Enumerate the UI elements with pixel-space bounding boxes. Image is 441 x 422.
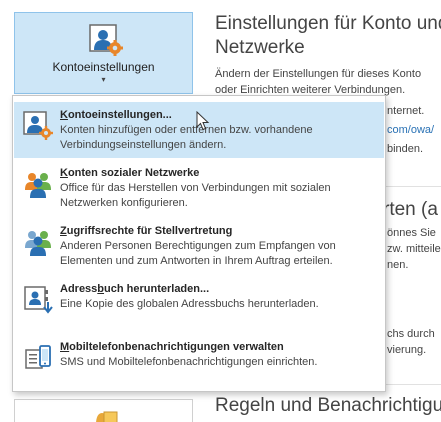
menu-item-desc-line2: Elementen und zum Antworten in Ihrem Auf… bbox=[60, 255, 333, 267]
account-settings-button-label: Kontoeinstellungen bbox=[52, 60, 155, 74]
bg-text-internet: Internet. bbox=[384, 105, 425, 117]
menu-item-title: Kontoeinstellungen... bbox=[60, 109, 172, 121]
menu-item-download-address-book[interactable]: Adressbuch herunterladen... Eine Kopie d… bbox=[14, 276, 384, 326]
menu-item-desc-line1: Konten hinzufügen oder entfernen bzw. vo… bbox=[60, 124, 313, 136]
account-settings-button[interactable]: Kontoeinstellungen ▾ bbox=[14, 12, 193, 94]
menu-item-desc-line2: Verbindungseinstellungen ändern. bbox=[60, 139, 227, 151]
bg-heading-fragment: rten (a bbox=[383, 199, 438, 220]
section-title-line1: Einstellungen für Konto und bbox=[215, 13, 441, 34]
menu-item-desc-line1: Eine Kopie des globalen Adressbuchs heru… bbox=[60, 298, 319, 310]
menu-item-title-rest: ontoeinstellungen... bbox=[67, 109, 172, 121]
menu-item-title-rest: ugriffsrechte für Stellvertretung bbox=[66, 225, 233, 237]
menu-item-title: Adressbuch herunterladen... bbox=[60, 283, 209, 295]
accelerator-key: K bbox=[60, 109, 68, 121]
rules-alerts-icon bbox=[96, 411, 118, 422]
delegate-access-people-icon bbox=[25, 231, 51, 256]
address-book-download-icon bbox=[24, 286, 53, 314]
menu-item-desc-line1: Anderen Personen Berechtigungen zum Empf… bbox=[60, 240, 336, 252]
bg-text-line-a: önnes Sie bbox=[387, 227, 436, 239]
accelerator-key: Z bbox=[60, 225, 67, 237]
menu-item-description: Konten hinzufügen oder entfernen bzw. vo… bbox=[60, 123, 313, 153]
owa-link[interactable]: com/owa/ bbox=[387, 123, 434, 138]
menu-item-title-pre: Adress bbox=[60, 283, 98, 295]
bg-text-line-c: nen. bbox=[387, 259, 409, 271]
bg-text-line-b: zw. mitteile bbox=[387, 243, 441, 255]
account-settings-dropdown-menu: Kontoeinstellungen... Konten hinzufügen … bbox=[12, 95, 386, 392]
section-title-line2: Netzwerke bbox=[215, 37, 305, 58]
accelerator-key: K bbox=[60, 167, 68, 179]
section-title: Einstellungen für Konto und Netzwerke bbox=[215, 12, 441, 60]
menu-item-description: Eine Kopie des globalen Adressbuchs heru… bbox=[60, 297, 319, 312]
menu-item-desc-line1: SMS und Mobiltelefonbenachrichtigungen e… bbox=[60, 356, 318, 368]
chevron-down-icon: ▾ bbox=[101, 75, 106, 84]
menu-item-title: Mobiltelefonbenachrichtigungen verwalten bbox=[60, 341, 284, 353]
menu-item-desc-line1: Office für das Herstellen von Verbindung… bbox=[60, 182, 331, 194]
section-description: Ändern der Einstellungen für dieses Kont… bbox=[215, 66, 441, 98]
rules-alerts-button[interactable] bbox=[14, 399, 193, 422]
menu-item-title-rest: uch herunterladen... bbox=[104, 283, 210, 295]
mouse-pointer-icon bbox=[196, 111, 210, 131]
menu-item-title-rest: onten sozialer Netzwerke bbox=[67, 167, 200, 179]
menu-item-mobile-notifications[interactable]: Mobiltelefonbenachrichtigungen verwalten… bbox=[14, 334, 384, 384]
mobile-notifications-icon bbox=[25, 345, 51, 369]
account-settings-icon bbox=[89, 24, 123, 56]
bg-text-line-e: vierung. bbox=[387, 344, 427, 356]
menu-item-desc-line2: Netzwerken konfigurieren. bbox=[60, 197, 188, 209]
social-network-people-icon bbox=[25, 173, 51, 198]
bg-text-line-d: chs durch bbox=[387, 328, 435, 340]
account-settings-page: Einstellungen für Konto und Netzwerke Än… bbox=[0, 0, 441, 422]
account-settings-icon bbox=[23, 111, 53, 140]
menu-item-delegate-access[interactable]: Zugriffsrechte für Stellvertretung Ander… bbox=[14, 218, 384, 274]
section-desc-line1: Ändern der Einstellungen für dieses Kont… bbox=[215, 68, 422, 80]
menu-item-social-networks[interactable]: Konten sozialer Netzwerke Office für das… bbox=[14, 160, 384, 216]
menu-item-description: SMS und Mobiltelefonbenachrichtigungen e… bbox=[60, 355, 317, 370]
menu-item-description: Office für das Herstellen von Verbindung… bbox=[60, 181, 331, 211]
bg-text-binden: binden. bbox=[387, 143, 424, 155]
menu-item-title: Konten sozialer Netzwerke bbox=[60, 167, 199, 179]
accelerator-key: M bbox=[60, 341, 70, 353]
menu-item-title: Zugriffsrechte für Stellvertretung bbox=[60, 225, 232, 237]
menu-item-description: Anderen Personen Berechtigungen zum Empf… bbox=[60, 239, 336, 269]
menu-item-title-rest: obiltelefonbenachrichtigungen verwalten bbox=[69, 341, 284, 353]
rules-section-title: Regeln und Benachrichtigung bbox=[215, 395, 441, 416]
